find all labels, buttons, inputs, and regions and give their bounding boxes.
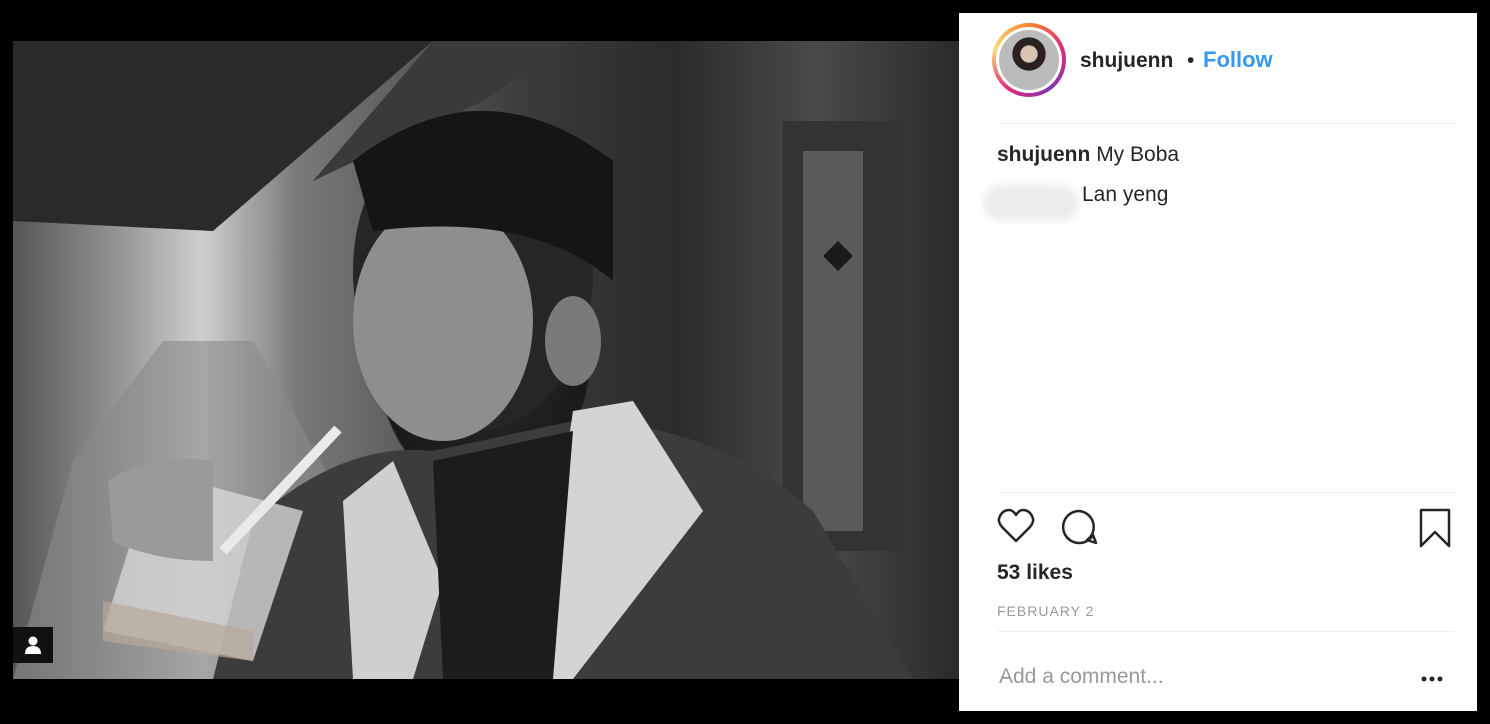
bookmark-icon[interactable]	[1419, 508, 1451, 553]
user-tag-icon[interactable]	[13, 627, 53, 663]
caption-text: My Boba	[1096, 143, 1180, 166]
action-bar	[997, 508, 1455, 548]
blurred-mention	[983, 185, 1079, 221]
comment-input[interactable]	[997, 658, 1401, 696]
avatar[interactable]	[992, 23, 1066, 97]
comment-bubble-icon[interactable]	[1060, 508, 1098, 551]
mention-text: Lan yeng	[1082, 183, 1169, 206]
separator-dot: •	[1187, 49, 1195, 72]
heart-icon[interactable]	[997, 508, 1035, 549]
header-divider	[997, 123, 1455, 124]
post-photo[interactable]	[13, 41, 959, 679]
header-username-link[interactable]: shujuenn	[1080, 49, 1173, 73]
ellipsis-icon[interactable]	[1418, 669, 1448, 689]
photo-illustration	[13, 41, 913, 679]
follow-button[interactable]: Follow	[1203, 47, 1273, 73]
post-date[interactable]: FEBRUARY 2	[997, 603, 1094, 619]
post-side-panel: shujuenn • Follow shujuenn My Boba Lan y…	[959, 13, 1477, 711]
caption: shujuenn My Boba	[997, 143, 1179, 167]
like-count[interactable]: 53 likes	[997, 561, 1073, 585]
post-header: shujuenn • Follow	[959, 13, 1477, 123]
comment-divider	[997, 631, 1455, 632]
caption-username-link[interactable]: shujuenn	[997, 143, 1090, 166]
actions-divider	[997, 492, 1455, 493]
mention-row: Lan yeng	[983, 181, 1283, 221]
